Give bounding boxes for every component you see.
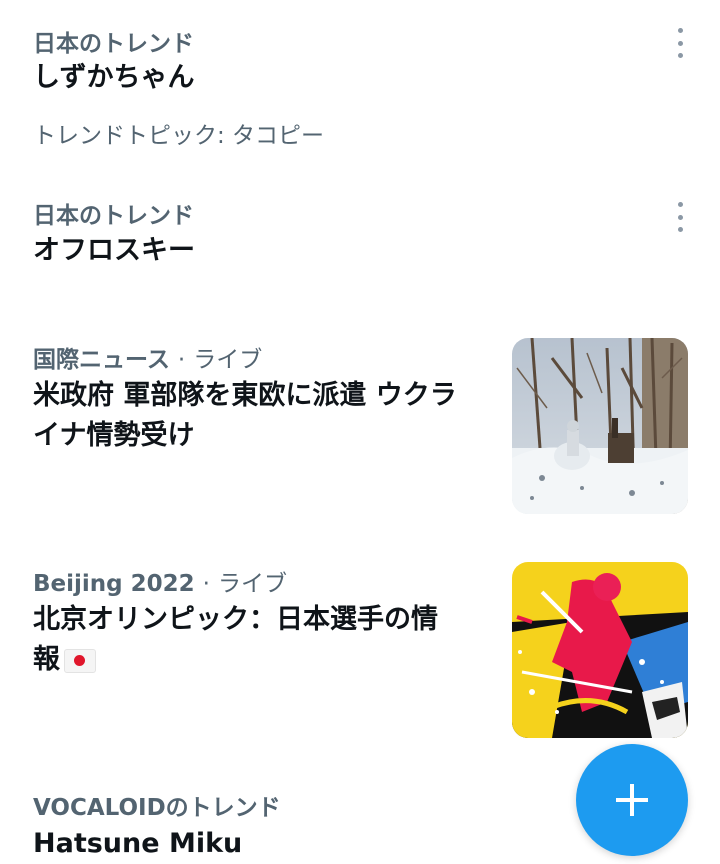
- compose-button[interactable]: [576, 744, 688, 856]
- news-headline-text: 報: [33, 644, 60, 675]
- news-category: 国際ニュース: [33, 347, 170, 373]
- news-item-beijing[interactable]: Beijing 2022 · ライブ 北京オリンピック：日本選手の情 報: [0, 556, 720, 756]
- more-options-icon[interactable]: [668, 202, 692, 232]
- news-headline-line: 米政府 軍部隊を東欧に派遣 ウクラ: [33, 380, 457, 411]
- news-headline: 米政府 軍部隊を東欧に派遣 ウクラ イナ情勢受け: [33, 376, 493, 456]
- separator-dot: ·: [177, 347, 186, 373]
- separator-dot: ·: [202, 571, 210, 597]
- trend-subtitle: トレンドトピック: タコピー: [33, 123, 325, 149]
- trend-title: しずかちゃん: [33, 62, 195, 93]
- trend-title: Hatsune Miku: [33, 828, 243, 859]
- news-headline: 北京オリンピック：日本選手の情 報: [33, 600, 493, 680]
- trend-context: 日本のトレンド: [33, 203, 194, 229]
- olympic-athlete-illustration: [512, 562, 688, 738]
- japan-flag-icon: [64, 648, 96, 673]
- trend-item-shizuka[interactable]: 日本のトレンド しずかちゃん トレンドトピック: タコピー: [0, 0, 720, 170]
- news-context: Beijing 2022 · ライブ: [33, 564, 287, 598]
- news-headline-line: イナ情勢受け: [33, 420, 195, 451]
- news-context: 国際ニュース · ライブ: [33, 340, 262, 374]
- more-options-icon[interactable]: [668, 28, 692, 58]
- news-thumbnail[interactable]: [512, 338, 688, 514]
- trend-context: 日本のトレンド: [33, 31, 194, 57]
- trend-context: VOCALOIDのトレンド: [33, 795, 281, 821]
- trend-item-ofurosuki[interactable]: 日本のトレンド オフロスキー: [0, 180, 720, 300]
- snowy-forest-photo: [512, 338, 688, 514]
- trend-title: オフロスキー: [33, 235, 195, 266]
- news-headline-line: 北京オリンピック：日本選手の情: [33, 604, 438, 635]
- live-label: ライブ: [193, 347, 263, 373]
- news-thumbnail[interactable]: [512, 562, 688, 738]
- news-item-ukraine[interactable]: 国際ニュース · ライブ 米政府 軍部隊を東欧に派遣 ウクラ イナ情勢受け: [0, 330, 720, 530]
- news-headline-line: 報: [33, 640, 493, 680]
- plus-icon: [616, 784, 648, 816]
- live-label: ライブ: [217, 571, 287, 597]
- news-category: Beijing 2022: [33, 571, 195, 597]
